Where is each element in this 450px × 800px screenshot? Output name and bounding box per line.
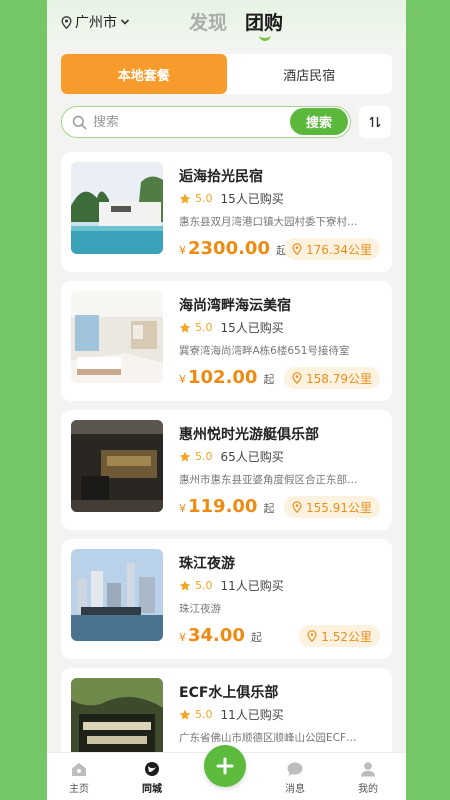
nav-messages[interactable]: 消息 [270,761,320,795]
category-segment: 本地套餐 酒店民宿 [61,54,392,94]
listing-rating: 5.0 15人已购买 [179,190,284,207]
search-button[interactable]: 搜索 [290,108,348,135]
bottom-nav: 主页 同城 消息 我的 [47,745,406,800]
tab-group-buy[interactable]: 团购 [245,8,283,41]
city-name: 广州市 [75,15,117,31]
search-input[interactable] [93,114,273,130]
listing-address: 惠东县双月湾港口镇大园村委下寮村… [179,216,358,228]
currency-symbol: ¥ [179,502,186,515]
listing-image [71,549,163,641]
listing-title: 珠江夜游 [179,556,235,572]
nav-profile[interactable]: 我的 [343,761,393,795]
sort-arrows-icon [369,116,381,128]
price-suffix: 起 [263,502,275,515]
nav-local[interactable]: 同城 [127,761,177,795]
star-icon [179,709,191,720]
listing-image [71,291,163,383]
purchase-count: 11人已购买 [220,708,284,722]
listing-image [71,162,163,254]
tab-discover[interactable]: 发现 [189,8,227,35]
listing-card[interactable]: 惠州悦时光游艇俱乐部 5.0 65人已购买 惠州市惠东县亚婆角度假区合正东部… … [61,410,392,530]
sort-button[interactable] [359,106,391,138]
profile-icon [361,762,375,777]
chevron-down-icon [120,19,130,25]
listing-card[interactable]: 海尚湾畔海沄美宿 5.0 15人已购买 巽寮湾海尚湾畔A栋6楼651号接待室 ¥… [61,281,392,401]
home-icon [72,763,86,776]
add-post-button[interactable] [204,745,246,787]
location-pin-icon [292,372,302,384]
rating-score: 5.0 [195,579,213,592]
currency-symbol: ¥ [179,244,186,257]
purchase-count: 15人已购买 [220,321,284,335]
listing-rating: 5.0 11人已购买 [179,577,284,594]
top-bar: 广州市 发现 团购 [47,0,406,48]
app-screen: 广州市 发现 团购 本地套餐 酒店民宿 搜索 搜索 逅海拾光民宿 5.0 15人… [47,0,406,800]
location-pin-icon [292,243,302,255]
distance-badge: 158.79公里 [284,367,380,389]
listing-address: 惠州市惠东县亚婆角度假区合正东部… [179,474,358,486]
purchase-count: 15人已购买 [220,192,284,206]
star-icon [179,451,191,462]
listing-title: 逅海拾光民宿 [179,169,263,185]
segment-local-package[interactable]: 本地套餐 [61,54,227,94]
distance-value: 1.52公里 [321,629,372,644]
search-icon [72,115,87,129]
segment-hotel-homestay[interactable]: 酒店民宿 [227,54,393,94]
listing-title: 惠州悦时光游艇俱乐部 [179,427,319,443]
price-value: 2300.00 [188,238,270,259]
price-value: 119.00 [188,496,258,517]
price-suffix: 起 [250,631,262,644]
nav-label: 消息 [285,784,305,795]
listing-title: ECF水上俱乐部 [179,685,279,701]
message-icon [287,762,303,776]
listing-card[interactable]: 珠江夜游 5.0 11人已购买 珠江夜游 ¥ 34.00 起 1.52公里 [61,539,392,659]
currency-symbol: ¥ [179,631,186,644]
distance-badge: 176.34公里 [284,238,380,260]
listing-address: 巽寮湾海尚湾畔A栋6楼651号接待室 [179,345,350,357]
top-tabs: 发现 团购 [189,8,283,41]
location-pin-icon [292,501,302,513]
purchase-count: 65人已购买 [220,450,284,464]
distance-badge: 1.52公里 [299,625,380,647]
nav-home[interactable]: 主页 [54,761,104,795]
listing-rating: 5.0 11人已购买 [179,706,284,723]
nav-label: 我的 [358,784,378,795]
purchase-count: 11人已购买 [220,579,284,593]
plus-icon [216,757,234,775]
distance-value: 158.79公里 [306,371,372,386]
rating-score: 5.0 [195,450,213,463]
star-icon [179,193,191,204]
location-pin-icon [307,630,317,642]
location-pin-icon [61,15,72,29]
nav-label: 同城 [142,784,162,795]
search-box: 搜索 [61,106,351,138]
rating-score: 5.0 [195,321,213,334]
listing-rating: 5.0 65人已购买 [179,448,284,465]
listing-title: 海尚湾畔海沄美宿 [179,298,291,314]
listing-price: ¥ 34.00 起 [179,625,262,646]
listing-price: ¥ 102.00 起 [179,367,274,388]
listing-address: 广东省佛山市顺德区顺峰山公园ECF… [179,732,357,744]
currency-symbol: ¥ [179,373,186,386]
rating-score: 5.0 [195,708,213,721]
distance-value: 176.34公里 [306,242,372,257]
listing-rating: 5.0 15人已购买 [179,319,284,336]
price-value: 34.00 [188,625,245,646]
local-icon [145,762,159,776]
listing-address: 珠江夜游 [179,603,221,615]
listing-card[interactable]: 逅海拾光民宿 5.0 15人已购买 惠东县双月湾港口镇大园村委下寮村… ¥ 23… [61,152,392,272]
star-icon [179,322,191,333]
star-icon [179,580,191,591]
listing-price: ¥ 2300.00 起 [179,238,287,259]
price-suffix: 起 [263,373,275,386]
rating-score: 5.0 [195,192,213,205]
listing-price: ¥ 119.00 起 [179,496,274,517]
distance-badge: 155.91公里 [284,496,380,518]
nav-label: 主页 [69,784,89,795]
distance-value: 155.91公里 [306,500,372,515]
listing-image [71,420,163,512]
city-selector[interactable]: 广州市 [61,12,133,32]
price-value: 102.00 [188,367,258,388]
